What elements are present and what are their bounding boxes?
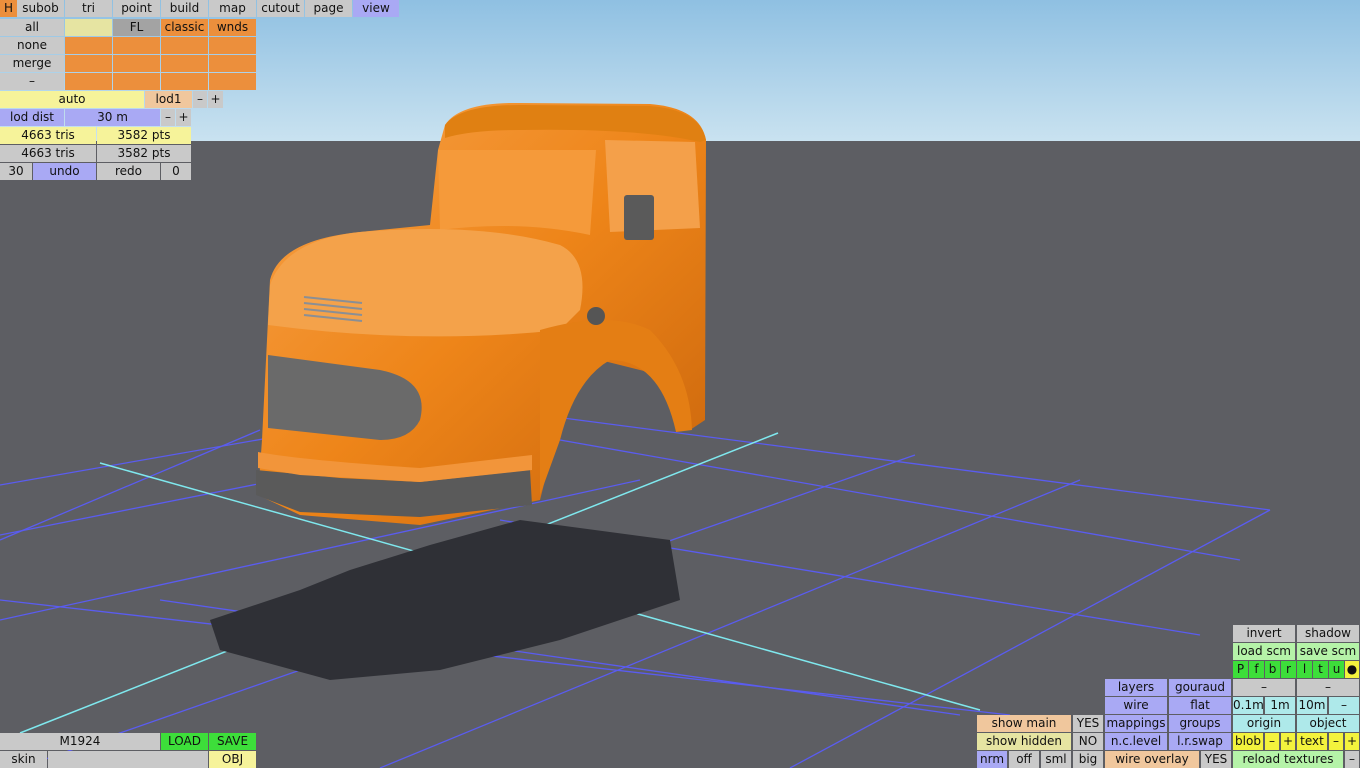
- grid-cell[interactable]: [209, 55, 256, 72]
- lod-dist-label: lod dist: [0, 109, 64, 126]
- obj-button[interactable]: OBJ: [209, 751, 256, 768]
- tab-subob[interactable]: subob: [17, 0, 64, 17]
- fl-button[interactable]: FL: [113, 19, 160, 36]
- lod-minus-button[interactable]: –: [193, 91, 207, 108]
- view-dot-icon[interactable]: ●: [1345, 661, 1359, 678]
- lr-swap-button[interactable]: l.r.swap: [1169, 733, 1231, 750]
- grid-cell[interactable]: [161, 37, 208, 54]
- tab-view[interactable]: view: [353, 0, 399, 17]
- lod-selector[interactable]: lod1: [145, 91, 192, 108]
- view-t-button[interactable]: t: [1313, 661, 1328, 678]
- redo-button[interactable]: redo: [97, 163, 160, 180]
- gouraud-button[interactable]: gouraud: [1169, 679, 1231, 696]
- shadow-button[interactable]: shadow: [1297, 625, 1359, 642]
- redo-count: 0: [161, 163, 191, 180]
- show-main-value[interactable]: YES: [1073, 715, 1103, 732]
- load-scm-button[interactable]: load scm: [1233, 643, 1295, 660]
- show-hidden-toggle[interactable]: show hidden: [977, 733, 1071, 750]
- big-button[interactable]: big: [1073, 751, 1103, 768]
- off-button[interactable]: off: [1009, 751, 1039, 768]
- grid-cell[interactable]: [209, 73, 256, 90]
- wire-overlay-toggle[interactable]: wire overlay: [1105, 751, 1199, 768]
- dash-button[interactable]: –: [1297, 679, 1359, 696]
- invert-button[interactable]: invert: [1233, 625, 1295, 642]
- save-button[interactable]: SAVE: [209, 733, 256, 750]
- lod-dist-plus[interactable]: +: [176, 109, 191, 126]
- view-f-button[interactable]: f: [1249, 661, 1264, 678]
- point-count: 3582 pts: [97, 127, 191, 144]
- blob-button[interactable]: blob: [1233, 733, 1263, 750]
- text-plus-button[interactable]: +: [1345, 733, 1359, 750]
- grid-cell[interactable]: [113, 73, 160, 90]
- grid-cell[interactable]: [161, 73, 208, 90]
- show-main-toggle[interactable]: show main: [977, 715, 1071, 732]
- tab-map[interactable]: map: [209, 0, 256, 17]
- tab-page[interactable]: page: [305, 0, 352, 17]
- grid-cell[interactable]: [113, 55, 160, 72]
- model-name[interactable]: M1924: [0, 733, 160, 750]
- blob-minus-button[interactable]: –: [1265, 733, 1279, 750]
- 3d-viewport[interactable]: [0, 0, 1360, 768]
- tri-count: 4663 tris: [0, 127, 96, 144]
- tab-point[interactable]: point: [113, 0, 160, 17]
- layers-button[interactable]: layers: [1105, 679, 1167, 696]
- sml-button[interactable]: sml: [1041, 751, 1071, 768]
- grid-cell[interactable]: [113, 37, 160, 54]
- grid-cell[interactable]: [161, 55, 208, 72]
- view-r-button[interactable]: r: [1281, 661, 1296, 678]
- load-button[interactable]: LOAD: [161, 733, 208, 750]
- step-1m-button[interactable]: 1m: [1265, 697, 1295, 714]
- tab-tri[interactable]: tri: [65, 0, 112, 17]
- lod-auto-button[interactable]: auto: [0, 91, 144, 108]
- lod-dist-value[interactable]: 30 m: [65, 109, 160, 126]
- nrm-button[interactable]: nrm: [977, 751, 1007, 768]
- wnds-button[interactable]: wnds: [209, 19, 256, 36]
- merge-button[interactable]: merge: [0, 55, 64, 72]
- blob-plus-button[interactable]: +: [1281, 733, 1295, 750]
- minus-button[interactable]: –: [0, 73, 64, 90]
- flat-button[interactable]: flat: [1169, 697, 1231, 714]
- tri-count-total: 4663 tris: [0, 145, 96, 162]
- undo-button[interactable]: undo: [33, 163, 96, 180]
- select-none-button[interactable]: none: [0, 37, 64, 54]
- point-count-total: 3582 pts: [97, 145, 191, 162]
- grid-cell[interactable]: [209, 37, 256, 54]
- reload-minus-button[interactable]: –: [1345, 751, 1359, 768]
- object-button[interactable]: object: [1297, 715, 1359, 732]
- step-01m-button[interactable]: 0.1m: [1233, 697, 1263, 714]
- grid-cell[interactable]: [65, 37, 112, 54]
- skin-button[interactable]: skin: [0, 751, 47, 768]
- view-l-button[interactable]: l: [1297, 661, 1312, 678]
- text-minus-button[interactable]: –: [1329, 733, 1343, 750]
- text-button[interactable]: text: [1297, 733, 1327, 750]
- mappings-button[interactable]: mappings: [1105, 715, 1167, 732]
- grid-cell[interactable]: [65, 73, 112, 90]
- view-b-button[interactable]: b: [1265, 661, 1280, 678]
- lod-dist-minus[interactable]: –: [161, 109, 175, 126]
- step-10m-button[interactable]: 10m: [1297, 697, 1327, 714]
- dash-button[interactable]: –: [1233, 679, 1295, 696]
- view-u-button[interactable]: u: [1329, 661, 1344, 678]
- groups-button[interactable]: groups: [1169, 715, 1231, 732]
- show-hidden-value[interactable]: NO: [1073, 733, 1103, 750]
- tab-h[interactable]: H: [0, 0, 17, 17]
- wire-button[interactable]: wire: [1105, 697, 1167, 714]
- skin-field[interactable]: [48, 751, 208, 768]
- classic-button[interactable]: classic: [161, 19, 208, 36]
- wire-overlay-value[interactable]: YES: [1201, 751, 1231, 768]
- tab-build[interactable]: build: [161, 0, 208, 17]
- nc-level-button[interactable]: n.c.level: [1105, 733, 1167, 750]
- reload-textures-button[interactable]: reload textures: [1233, 751, 1343, 768]
- grid-cell[interactable]: [65, 19, 112, 36]
- grid-cell[interactable]: [65, 55, 112, 72]
- lod-plus-button[interactable]: +: [208, 91, 223, 108]
- origin-button[interactable]: origin: [1233, 715, 1295, 732]
- view-p-button[interactable]: P: [1233, 661, 1248, 678]
- step-minus-button[interactable]: –: [1329, 697, 1359, 714]
- select-all-button[interactable]: all: [0, 19, 64, 36]
- tab-cutout[interactable]: cutout: [257, 0, 304, 17]
- undo-count: 30: [0, 163, 32, 180]
- save-scm-button[interactable]: save scm: [1297, 643, 1359, 660]
